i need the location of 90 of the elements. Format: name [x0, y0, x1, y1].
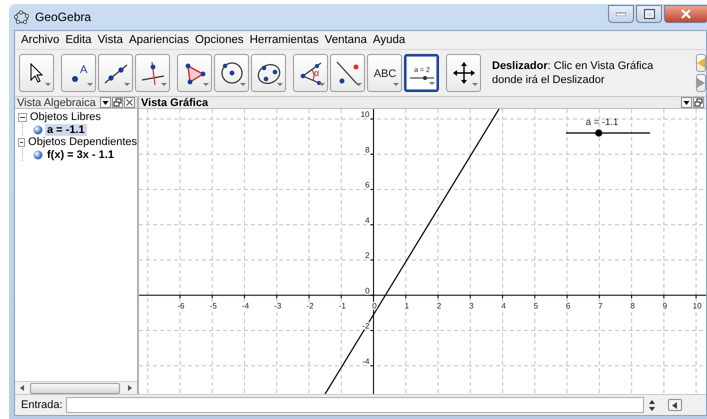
tool-button[interactable] — [177, 54, 212, 92]
undo-arrow-icon — [697, 58, 705, 68]
slider-label: a = -1.1 — [586, 117, 618, 128]
close-button[interactable] — [664, 5, 707, 23]
left-arrow-icon[interactable] — [18, 384, 26, 392]
text-icon: ABC — [372, 68, 396, 78]
panel-title: Vista Gráfica — [141, 96, 208, 108]
tick-label: 10 — [360, 110, 370, 120]
restore-button[interactable] — [112, 97, 123, 108]
dropdown-icon — [682, 98, 691, 107]
right-arrow-icon[interactable] — [126, 384, 134, 392]
tick-label: -5 — [210, 301, 217, 310]
tick-label: 2 — [365, 251, 370, 260]
tool-button[interactable] — [446, 54, 481, 92]
maximize-button[interactable] — [636, 5, 662, 23]
redo-button[interactable] — [696, 74, 706, 92]
tool-button[interactable]: ABC — [367, 54, 402, 92]
menu-item[interactable]: Ayuda — [370, 34, 408, 46]
tree-item[interactable]: f(x) = 3x - 1.1 — [45, 148, 116, 160]
close-button[interactable] — [124, 97, 135, 108]
close-icon — [681, 9, 691, 19]
tool-button[interactable] — [251, 54, 286, 92]
tick-label: 3 — [469, 301, 474, 310]
tick-label: 7 — [598, 301, 603, 310]
tick-label: -3 — [274, 301, 282, 310]
horizontal-scrollbar[interactable] — [15, 381, 137, 394]
panel-title: Vista Algebraica — [17, 96, 96, 108]
keyboard-toggle-button[interactable] — [668, 399, 682, 411]
tick-label: 8 — [630, 301, 635, 310]
input-field[interactable] — [66, 397, 644, 413]
tool-button[interactable] — [98, 54, 133, 92]
tool-button[interactable] — [19, 54, 54, 92]
tick-label: 4 — [365, 216, 370, 225]
dropdown-icon — [100, 98, 110, 107]
sphere-icon[interactable] — [33, 124, 43, 134]
redo-arrow-icon — [697, 78, 705, 88]
tool-help-text: Deslizador: Clic en Vista Gráfica donde irá el Deslizador — [492, 59, 654, 87]
tick-label: -4 — [362, 356, 370, 366]
menu-item[interactable]: Apariencias — [126, 34, 192, 46]
collapse-icon[interactable] — [18, 112, 27, 122]
restore-button[interactable] — [693, 97, 704, 108]
tick-label: 10 — [692, 301, 702, 310]
app-logo-icon — [14, 10, 29, 24]
tick-label: 6 — [365, 180, 370, 190]
tick-label: -6 — [177, 301, 185, 310]
collapse-icon[interactable] — [18, 138, 26, 146]
tool-button[interactable] — [330, 54, 365, 92]
left-triangle-icon — [672, 402, 678, 408]
tick-label: 4 — [501, 301, 506, 310]
tick-label: 9 — [662, 301, 668, 310]
tick-label: 5 — [534, 301, 538, 310]
tick-label: -2 — [306, 301, 314, 310]
tick-label: -4 — [242, 301, 250, 310]
tick-label: 2 — [436, 301, 442, 310]
minimize-icon — [616, 12, 626, 16]
tree-category[interactable]: Objetos Libres — [30, 111, 101, 123]
tree-item[interactable]: a = -1.1 — [45, 124, 87, 136]
tool-button[interactable]: α — [293, 54, 328, 92]
tool-button[interactable] — [214, 54, 249, 92]
slider[interactable] — [566, 129, 650, 137]
tool-button[interactable] — [135, 54, 170, 92]
sphere-icon[interactable] — [33, 150, 43, 160]
reflection-icon — [334, 59, 362, 87]
menu-item[interactable]: Ventana — [322, 34, 370, 46]
menu-button[interactable] — [681, 97, 692, 108]
menu-item[interactable]: Herramientas — [246, 34, 322, 46]
tick-label: 0 — [365, 286, 370, 296]
close-icon — [124, 98, 134, 107]
window-title: GeoGebra — [35, 10, 92, 24]
maximize-icon — [644, 9, 654, 19]
menu-item[interactable]: Edita — [62, 34, 95, 46]
menu-item[interactable]: Vista — [94, 34, 126, 46]
input-label: Entrada: — [21, 399, 63, 411]
tick-label: 8 — [365, 145, 370, 154]
menu-item[interactable]: Opciones — [192, 34, 247, 46]
slider-thumb[interactable] — [595, 129, 602, 137]
up-down-arrows-icon[interactable] — [649, 400, 655, 410]
tick-label: -1 — [338, 301, 346, 310]
menu-button[interactable] — [100, 97, 111, 108]
move-arrows-icon — [452, 61, 476, 85]
undo-button[interactable] — [696, 54, 706, 72]
menu-item[interactable]: Archivo — [18, 34, 62, 46]
tick-label: 1 — [404, 301, 409, 310]
tool-button[interactable]: A — [61, 54, 96, 92]
restore-window-icon — [112, 98, 122, 107]
pointer-icon — [30, 63, 43, 83]
tick-label: 6 — [566, 301, 570, 310]
minimize-button[interactable] — [608, 5, 634, 23]
tree-category[interactable]: Objetos Dependientes — [28, 136, 137, 148]
restore-window-icon — [694, 98, 703, 107]
